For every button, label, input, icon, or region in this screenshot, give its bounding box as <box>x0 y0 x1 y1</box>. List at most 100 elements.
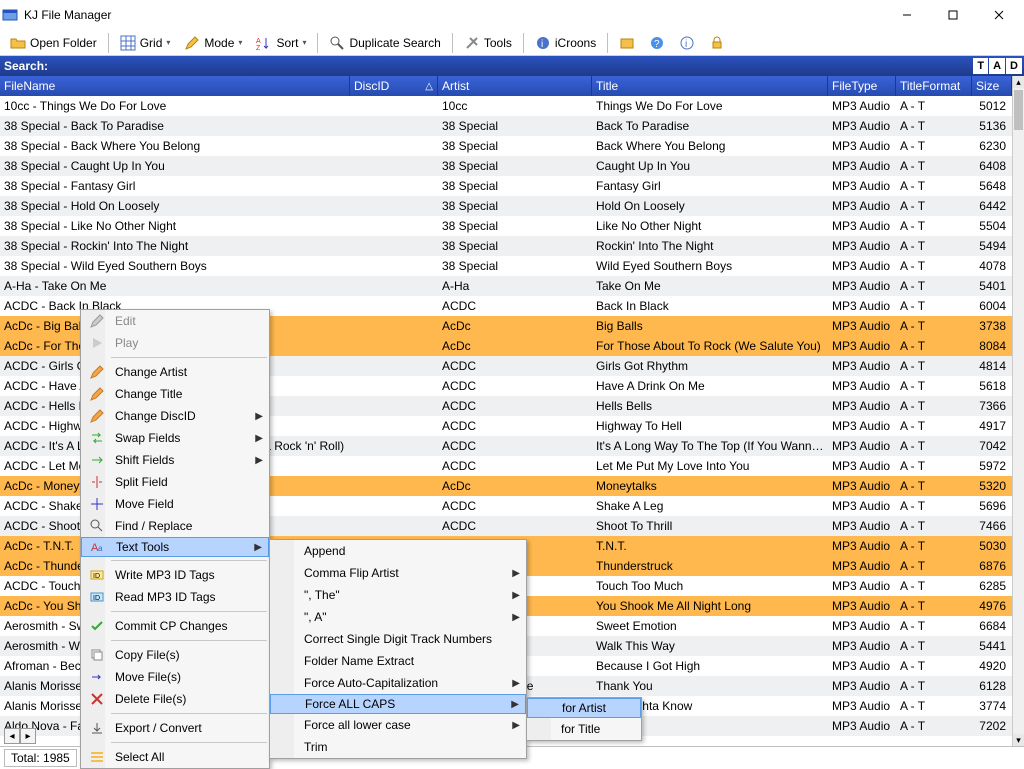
open-folder-button[interactable]: Open Folder <box>4 32 103 54</box>
menu-item[interactable]: Commit CP Changes <box>81 615 269 637</box>
scrollbar-thumb[interactable] <box>1014 90 1023 130</box>
menu-item-label: Append <box>304 544 345 558</box>
menu-item[interactable]: Correct Single Digit Track Numbers <box>270 628 526 650</box>
table-row[interactable]: 38 Special - Back To Paradise38 SpecialB… <box>0 116 1024 136</box>
menu-item[interactable]: Select All <box>81 746 269 768</box>
menu-item[interactable]: ", A"▶ <box>270 606 526 628</box>
search-chip-a[interactable]: A <box>989 58 1005 74</box>
extra-icon-2[interactable]: ? <box>643 32 671 54</box>
cell-size: 5136 <box>972 119 1012 133</box>
cell-size: 7466 <box>972 519 1012 533</box>
cell-filename: 38 Special - Like No Other Night <box>0 219 350 233</box>
menu-item-label: Force Auto-Capitalization <box>304 676 438 690</box>
menu-item[interactable]: IDWrite MP3 ID Tags <box>81 564 269 586</box>
table-row[interactable]: 10cc - Things We Do For Love10ccThings W… <box>0 96 1024 116</box>
menu-item[interactable]: Copy File(s) <box>81 644 269 666</box>
search-chip-d[interactable]: D <box>1006 58 1022 74</box>
menu-item[interactable]: for Artist <box>527 698 641 718</box>
col-discid[interactable]: DiscID△ <box>350 76 438 96</box>
submenu-arrow-icon: ▶ <box>255 455 263 466</box>
table-row[interactable]: 38 Special - Wild Eyed Southern Boys38 S… <box>0 256 1024 276</box>
menu-item[interactable]: Change Title <box>81 383 269 405</box>
menu-item[interactable]: Append <box>270 540 526 562</box>
cell-titleformat: A - T <box>896 139 972 153</box>
selall-icon <box>87 749 107 765</box>
sort-button[interactable]: AZ Sort ▾ <box>250 32 312 54</box>
col-size[interactable]: Size <box>972 76 1012 96</box>
cell-title: Back To Paradise <box>592 119 828 133</box>
menu-item[interactable]: IDRead MP3 ID Tags <box>81 586 269 608</box>
menu-item[interactable]: Swap Fields▶ <box>81 427 269 449</box>
col-filetype[interactable]: FileType <box>828 76 896 96</box>
cell-filetype: MP3 Audio <box>828 579 896 593</box>
vertical-scrollbar[interactable]: ▴ ▾ <box>1012 76 1024 746</box>
scroll-right-button[interactable]: ▸ <box>20 728 36 744</box>
tools-button[interactable]: Tools <box>458 32 518 54</box>
table-row[interactable]: 38 Special - Fantasy Girl38 SpecialFanta… <box>0 176 1024 196</box>
scroll-left-button[interactable]: ◂ <box>4 728 20 744</box>
window-title: KJ File Manager <box>24 8 884 22</box>
maximize-button[interactable] <box>930 0 976 30</box>
scroll-up-icon[interactable]: ▴ <box>1013 76 1024 88</box>
menu-item[interactable]: Force Auto-Capitalization▶ <box>270 672 526 694</box>
cell-filetype: MP3 Audio <box>828 359 896 373</box>
menu-item[interactable]: Split Field <box>81 471 269 493</box>
menu-item-label: Read MP3 ID Tags <box>115 590 216 604</box>
menu-item[interactable]: Shift Fields▶ <box>81 449 269 471</box>
cell-filetype: MP3 Audio <box>828 519 896 533</box>
col-filename[interactable]: FileName <box>0 76 350 96</box>
search-chip-t[interactable]: T <box>973 58 988 74</box>
menu-item[interactable]: Folder Name Extract <box>270 650 526 672</box>
menu-item[interactable]: Comma Flip Artist▶ <box>270 562 526 584</box>
menu-item[interactable]: for Title <box>527 718 641 740</box>
cell-title: Shoot To Thrill <box>592 519 828 533</box>
menu-item[interactable]: ", The"▶ <box>270 584 526 606</box>
menu-item-label: Change Title <box>115 387 182 401</box>
col-titleformat[interactable]: TitleFormat <box>896 76 972 96</box>
menu-item[interactable]: Trim <box>270 736 526 758</box>
scroll-down-icon[interactable]: ▾ <box>1013 734 1024 746</box>
menu-item[interactable]: Delete File(s) <box>81 688 269 710</box>
cell-titleformat: A - T <box>896 539 972 553</box>
cell-titleformat: A - T <box>896 679 972 693</box>
grid-button[interactable]: Grid ▾ <box>114 32 177 54</box>
duplicate-search-button[interactable]: Duplicate Search <box>323 32 446 54</box>
menu-item[interactable]: Move Field <box>81 493 269 515</box>
menu-item[interactable]: Export / Convert <box>81 717 269 739</box>
table-row[interactable]: 38 Special - Back Where You Belong38 Spe… <box>0 136 1024 156</box>
cell-title: Thunderstruck <box>592 559 828 573</box>
menu-item[interactable]: Find / Replace <box>81 515 269 537</box>
menu-item[interactable]: Change Artist <box>81 361 269 383</box>
menu-item[interactable]: Force ALL CAPS▶ <box>270 694 526 714</box>
minimize-button[interactable] <box>884 0 930 30</box>
cell-size: 6876 <box>972 559 1012 573</box>
close-button[interactable] <box>976 0 1022 30</box>
cell-artist: 38 Special <box>438 219 592 233</box>
menu-item-label: Change Artist <box>115 365 187 379</box>
cell-size: 5494 <box>972 239 1012 253</box>
menu-item[interactable]: AaText Tools▶ <box>81 537 269 557</box>
cell-size: 6230 <box>972 139 1012 153</box>
cell-filetype: MP3 Audio <box>828 219 896 233</box>
col-artist[interactable]: Artist <box>438 76 592 96</box>
table-row[interactable]: 38 Special - Caught Up In You38 SpecialC… <box>0 156 1024 176</box>
extra-icon-1[interactable] <box>613 32 641 54</box>
cell-filetype: MP3 Audio <box>828 279 896 293</box>
search-bar[interactable]: Search: T A D <box>0 56 1024 76</box>
menu-item[interactable]: Move File(s) <box>81 666 269 688</box>
cell-size: 3774 <box>972 699 1012 713</box>
col-title[interactable]: Title <box>592 76 828 96</box>
cell-titleformat: A - T <box>896 459 972 473</box>
table-row[interactable]: 38 Special - Like No Other Night 38 Speci… <box>0 216 1024 236</box>
icroons-button[interactable]: i iCroons <box>529 32 602 54</box>
table-row[interactable]: 38 Special - Rockin' Into The Night38 Sp… <box>0 236 1024 256</box>
menu-item[interactable]: Change DiscID▶ <box>81 405 269 427</box>
table-row[interactable]: A-Ha - Take On MeA-HaTake On MeMP3 Audio… <box>0 276 1024 296</box>
extra-icon-3[interactable]: i <box>673 32 701 54</box>
mode-button[interactable]: Mode ▾ <box>178 32 248 54</box>
extra-icon-4[interactable] <box>703 32 731 54</box>
menu-item[interactable]: Force all lower case▶ <box>270 714 526 736</box>
menu-item-label: Select All <box>115 750 164 764</box>
table-row[interactable]: 38 Special - Hold On Loosely38 SpecialHo… <box>0 196 1024 216</box>
cell-titleformat: A - T <box>896 159 972 173</box>
